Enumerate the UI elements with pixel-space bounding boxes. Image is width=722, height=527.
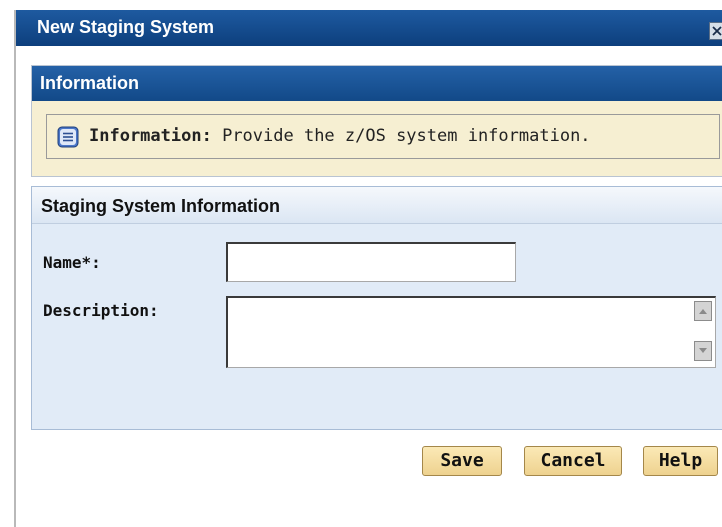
information-message-label: Information: xyxy=(89,126,212,146)
information-message: Information: Provide the z/OS system inf… xyxy=(46,114,720,159)
close-button[interactable] xyxy=(709,22,722,40)
description-label: Description: xyxy=(43,301,159,320)
staging-system-information-header: Staging System Information xyxy=(32,187,722,224)
scroll-up-icon xyxy=(699,309,707,314)
dialog-title: New Staging System xyxy=(37,17,215,37)
help-button[interactable]: Help xyxy=(643,446,718,476)
information-panel-header: Information xyxy=(32,66,722,101)
cancel-button[interactable]: Cancel xyxy=(524,446,622,476)
information-panel: Information Information: Provide the z/O… xyxy=(31,65,722,177)
info-icon xyxy=(57,126,79,148)
scroll-down-icon xyxy=(699,348,707,353)
description-textarea[interactable] xyxy=(226,296,716,368)
close-icon xyxy=(712,26,722,36)
name-input[interactable] xyxy=(226,242,516,282)
information-message-body: Provide the z/OS system information. xyxy=(222,126,591,146)
dialog-titlebar: New Staging System xyxy=(16,10,722,46)
information-panel-title: Information xyxy=(40,73,139,93)
scroll-down-button[interactable] xyxy=(694,341,712,361)
save-button[interactable]: Save xyxy=(422,446,502,476)
name-label: Name*: xyxy=(43,253,101,272)
staging-system-information-title: Staging System Information xyxy=(41,196,281,216)
scroll-up-button[interactable] xyxy=(694,301,712,321)
information-message-text: Information: Provide the z/OS system inf… xyxy=(89,126,591,146)
staging-system-information-panel: Staging System Information Name*: Descri… xyxy=(31,186,722,430)
new-staging-system-dialog: New Staging System Information Informati… xyxy=(14,10,722,527)
